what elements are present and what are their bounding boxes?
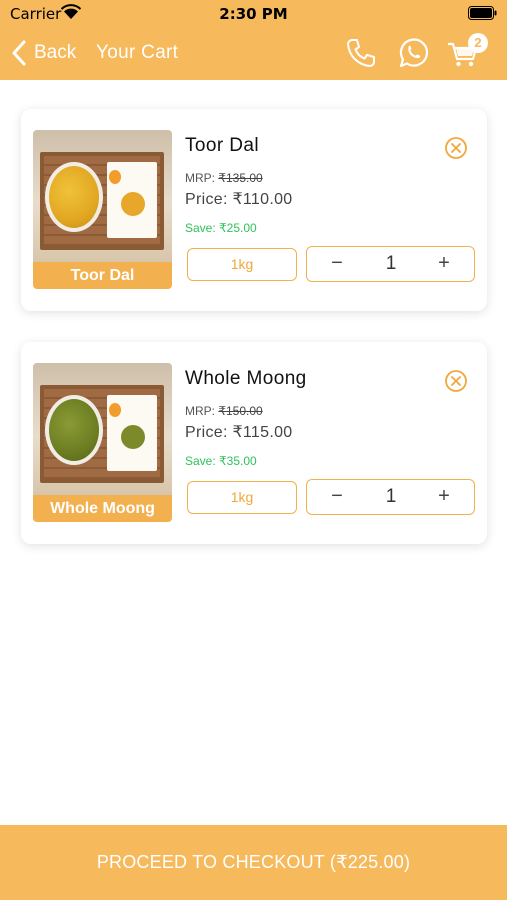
photo-grain	[49, 399, 99, 461]
status-bar: Carrier 2:30 PM	[0, 0, 507, 28]
nav-bar: Back Your Cart 2	[0, 28, 507, 80]
quantity-value: 1	[385, 253, 397, 274]
photo-pack-dot	[121, 425, 145, 449]
mrp-text: MRP: ₹150.00	[185, 404, 263, 418]
whatsapp-icon[interactable]	[396, 36, 430, 70]
quantity-value: 1	[385, 486, 397, 507]
cart-item-card: Toor Dal Toor Dal MRP: ₹135.00 Price: ₹1…	[21, 109, 487, 311]
quantity-stepper: − 1 +	[306, 479, 475, 515]
product-name: Toor Dal	[185, 135, 259, 156]
product-image[interactable]: Toor Dal	[33, 130, 172, 289]
battery-icon	[468, 6, 497, 20]
mrp-value: ₹150.00	[218, 404, 263, 418]
page-title: Your Cart	[96, 42, 179, 63]
remove-item-icon[interactable]	[444, 136, 468, 160]
product-image-label: Whole Moong	[33, 495, 172, 522]
decrease-quantity-button[interactable]: −	[317, 480, 357, 513]
decrease-quantity-button[interactable]: −	[317, 247, 357, 280]
cart-item-card: Whole Moong Whole Moong MRP: ₹150.00 Pri…	[21, 342, 487, 544]
photo-pack-dot	[121, 192, 145, 216]
cart-screen: Carrier 2:30 PM Back Your Cart 2 Toor Da…	[0, 0, 507, 900]
back-button[interactable]: Back	[10, 38, 76, 68]
mrp-label: MRP:	[185, 171, 215, 185]
clock: 2:30 PM	[219, 5, 288, 23]
cart-count-badge: 2	[468, 33, 488, 53]
remove-item-icon[interactable]	[444, 369, 468, 393]
increase-quantity-button[interactable]: +	[424, 480, 464, 513]
chevron-left-icon	[12, 40, 26, 66]
back-label: Back	[34, 42, 77, 63]
increase-quantity-button[interactable]: +	[424, 247, 464, 280]
photo-pack-leaf	[109, 170, 121, 184]
mrp-value: ₹135.00	[218, 171, 263, 185]
weight-selector[interactable]: 1kg	[187, 248, 297, 281]
product-image[interactable]: Whole Moong	[33, 363, 172, 522]
savings-text: Save: ₹25.00	[185, 221, 257, 235]
price-text: Price: ₹115.00	[185, 424, 293, 441]
phone-icon[interactable]	[344, 36, 378, 70]
mrp-text: MRP: ₹135.00	[185, 171, 263, 185]
weight-selector[interactable]: 1kg	[187, 481, 297, 514]
cart-item-list: Toor Dal Toor Dal MRP: ₹135.00 Price: ₹1…	[0, 80, 507, 825]
product-image-label: Toor Dal	[33, 262, 172, 289]
photo-grain	[49, 166, 99, 228]
photo-pack-leaf	[109, 403, 121, 417]
savings-text: Save: ₹35.00	[185, 454, 257, 468]
price-text: Price: ₹110.00	[185, 191, 293, 208]
app-header: Carrier 2:30 PM Back Your Cart 2	[0, 0, 507, 80]
quantity-stepper: − 1 +	[306, 246, 475, 282]
checkout-button[interactable]: PROCEED TO CHECKOUT (₹225.00)	[0, 825, 507, 900]
product-name: Whole Moong	[185, 368, 307, 389]
mrp-label: MRP:	[185, 404, 215, 418]
